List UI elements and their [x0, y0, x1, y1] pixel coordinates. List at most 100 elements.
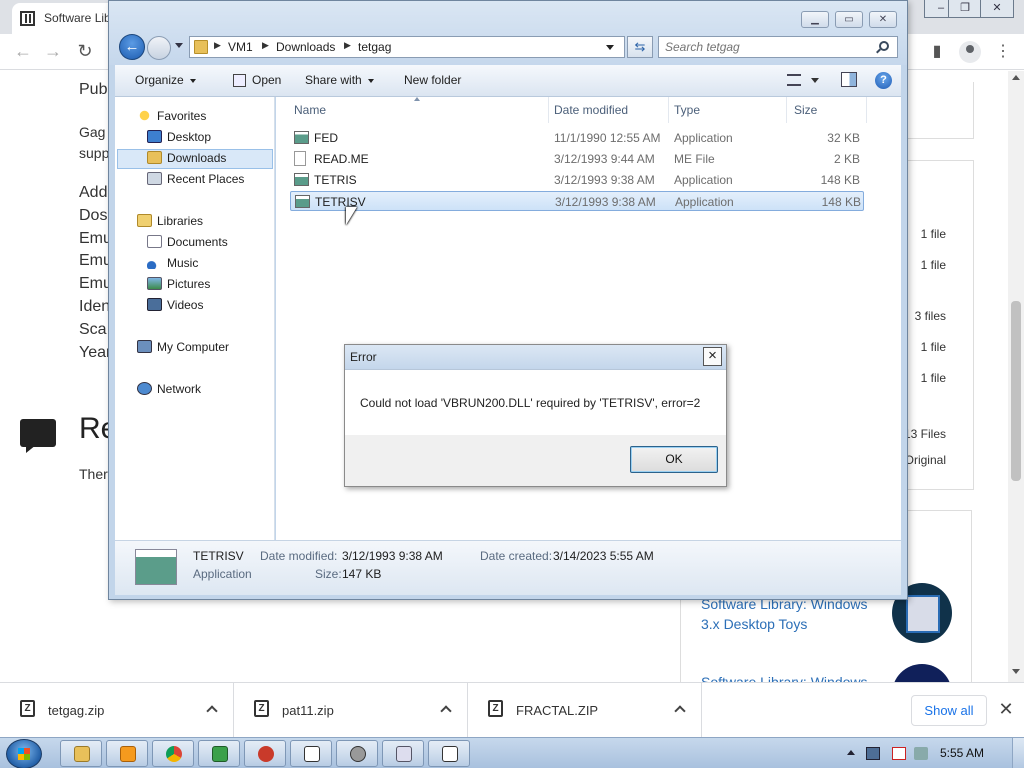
browser-menu-icon[interactable]: ⋮	[992, 41, 1014, 63]
taskbar-app-button[interactable]	[290, 740, 332, 767]
start-button[interactable]	[6, 739, 42, 768]
file-row[interactable]: FED 11/1/1990 12:55 AM Application 32 KB	[290, 128, 864, 148]
help-icon[interactable]: ?	[875, 72, 892, 89]
explorer-maximize-button[interactable]: ▭	[835, 11, 863, 28]
taskbar-chrome-button[interactable]	[152, 740, 194, 767]
scroll-up-icon[interactable]	[1012, 75, 1020, 80]
open-button[interactable]: Open	[252, 73, 281, 87]
page-scrollbar[interactable]	[1008, 71, 1024, 682]
recent-pages-dropdown-icon[interactable]	[175, 43, 183, 48]
column-header-name[interactable]: Name	[294, 103, 326, 117]
taskbar-app-button[interactable]	[244, 740, 286, 767]
address-dropdown-icon[interactable]	[606, 45, 614, 50]
error-dialog-titlebar[interactable]: Error ×	[345, 345, 726, 370]
search-input[interactable]	[665, 40, 865, 54]
download-file-name: tetgag.zip	[48, 703, 105, 718]
share-with-button[interactable]: Share with	[305, 73, 374, 87]
nav-item-desktop[interactable]: Desktop	[147, 127, 211, 147]
taskbar-app-button[interactable]	[382, 740, 424, 767]
nav-item-libraries[interactable]: Libraries	[137, 211, 203, 231]
browser-close-button[interactable]: ✕	[980, 0, 1014, 18]
forward-arrow-icon[interactable]	[147, 36, 171, 60]
refresh-icon[interactable]: ⇆	[627, 36, 653, 58]
breadcrumb-item[interactable]: VM1	[228, 40, 253, 54]
breadcrumb-separator-icon[interactable]: ▶	[344, 40, 351, 51]
browser-restore-button[interactable]: ❐	[948, 0, 982, 18]
nav-item-favorites[interactable]: Favorites	[137, 106, 206, 126]
taskbar-app-button[interactable]	[198, 740, 240, 767]
file-row[interactable]: READ.ME 3/12/1993 9:44 AM ME File 2 KB	[290, 149, 864, 169]
nav-item-music[interactable]: Music	[147, 253, 198, 273]
column-divider[interactable]	[866, 97, 867, 123]
action-center-icon[interactable]	[892, 747, 906, 760]
network-tray-icon[interactable]	[866, 747, 880, 760]
column-header-type[interactable]: Type	[674, 103, 700, 117]
scrollbar-thumb[interactable]	[1011, 301, 1021, 481]
breadcrumb-separator-icon[interactable]: ▶	[214, 40, 221, 51]
nav-item-documents[interactable]: Documents	[147, 232, 228, 252]
taskbar-app-button[interactable]	[428, 740, 470, 767]
ok-button[interactable]: OK	[630, 446, 718, 473]
view-dropdown-icon[interactable]	[811, 78, 819, 83]
column-header-size[interactable]: Size	[794, 103, 817, 117]
explorer-minimize-button[interactable]: ▁	[801, 11, 829, 28]
file-row[interactable]: TETRIS 3/12/1993 9:38 AM Application 148…	[290, 170, 864, 190]
side-panel-icon[interactable]: ▮	[926, 41, 948, 63]
download-item[interactable]: Z tetgag.zip	[0, 683, 234, 738]
pictures-icon	[147, 277, 162, 290]
volume-icon[interactable]	[914, 747, 928, 760]
column-header-date-modified[interactable]: Date modified	[554, 103, 628, 117]
file-row-selected[interactable]: TETRISV 3/12/1993 9:38 AM Application 14…	[290, 191, 864, 211]
browser-back-icon[interactable]: ←	[12, 41, 34, 63]
search-box[interactable]	[658, 36, 898, 58]
nav-item-pictures[interactable]: Pictures	[147, 274, 210, 294]
chevron-up-icon[interactable]	[206, 705, 218, 717]
nav-item-downloads[interactable]: Downloads	[147, 148, 226, 168]
column-divider[interactable]	[786, 97, 787, 123]
chevron-up-icon[interactable]	[674, 705, 686, 717]
close-icon[interactable]: ×	[703, 347, 722, 366]
column-divider[interactable]	[668, 97, 669, 123]
browser-reload-icon[interactable]: ↻	[74, 41, 96, 63]
column-divider[interactable]	[548, 97, 549, 123]
zip-file-icon: Z	[488, 700, 503, 717]
browser-forward-icon[interactable]: →	[42, 41, 64, 63]
address-bar[interactable]: ▶ VM1 ▶ Downloads ▶ tetgag	[189, 36, 625, 58]
change-view-icon[interactable]	[787, 74, 801, 86]
close-icon[interactable]: ✕	[996, 699, 1016, 719]
taskbar-app-button[interactable]	[336, 740, 378, 767]
nav-item-recent-places[interactable]: Recent Places	[147, 169, 244, 189]
show-desktop-button[interactable]	[1012, 738, 1024, 768]
back-arrow-icon[interactable]: ←	[119, 34, 145, 60]
breadcrumb-separator-icon[interactable]: ▶	[262, 40, 269, 51]
error-message: Could not load 'VBRUN200.DLL' required b…	[360, 396, 701, 410]
nav-item-my-computer[interactable]: My Computer	[137, 337, 229, 357]
taskbar-explorer-button[interactable]	[60, 740, 102, 767]
related-item-link[interactable]: Software Library: Windows 3.x Desktop To…	[701, 594, 886, 634]
nav-item-label: My Computer	[157, 340, 230, 354]
download-item[interactable]: Z pat11.zip	[234, 683, 468, 738]
videos-icon	[147, 298, 162, 311]
show-hidden-icons-icon[interactable]	[847, 750, 855, 755]
download-item[interactable]: Z FRACTAL.ZIP	[468, 683, 702, 738]
breadcrumb-item[interactable]: Downloads	[276, 40, 335, 54]
page-text-line: Add	[79, 184, 108, 201]
show-all-button[interactable]: Show all	[911, 695, 987, 726]
profile-avatar-icon[interactable]	[959, 41, 981, 63]
new-folder-button[interactable]: New folder	[404, 73, 461, 87]
taskbar-clock[interactable]: 5:55 AM	[940, 746, 984, 760]
nav-item-network[interactable]: Network	[137, 379, 201, 399]
search-icon[interactable]	[879, 41, 889, 51]
nav-item-label: Documents	[167, 235, 228, 249]
scroll-down-icon[interactable]	[1012, 669, 1020, 674]
zip-file-icon: Z	[254, 700, 269, 717]
chevron-up-icon[interactable]	[440, 705, 452, 717]
preview-pane-icon[interactable]	[841, 72, 857, 87]
breadcrumb-item[interactable]: tetgag	[358, 40, 391, 54]
dropdown-arrow-icon	[189, 78, 196, 83]
organize-button[interactable]: Organize	[135, 73, 196, 87]
related-item-link[interactable]: Software Library: Windows	[701, 674, 868, 682]
nav-item-videos[interactable]: Videos	[147, 295, 203, 315]
taskbar-media-player-button[interactable]	[106, 740, 148, 767]
explorer-close-button[interactable]: ✕	[869, 11, 897, 28]
